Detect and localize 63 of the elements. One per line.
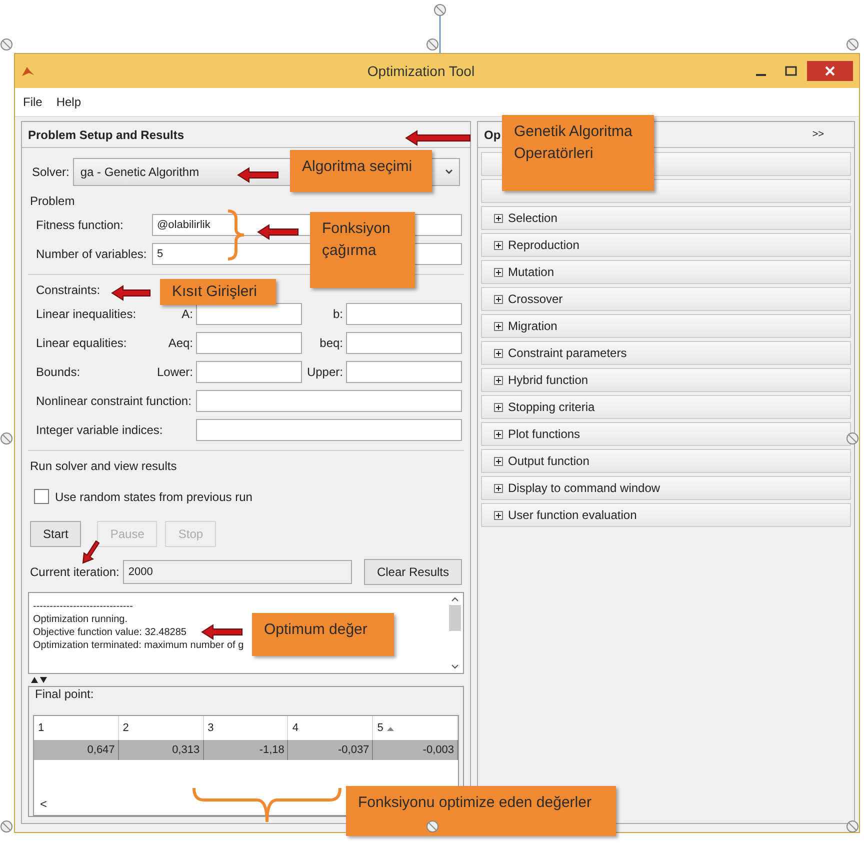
- field-label: Fitness function:: [36, 218, 124, 232]
- column-header[interactable]: 1: [38, 722, 44, 734]
- callout-tooltip: Optimum değer: [252, 613, 394, 656]
- scroll-left-arrow[interactable]: <: [40, 797, 48, 811]
- table-cell: -1,18: [204, 740, 288, 760]
- output-line: ------------------------------: [33, 601, 133, 613]
- options-section-header[interactable]: Display to command window: [481, 476, 851, 500]
- clear-results-button[interactable]: Clear Results: [364, 558, 462, 584]
- group-label: Final point:: [35, 687, 94, 701]
- field-label: Upper:: [306, 364, 343, 378]
- output-line: Optimization running.: [33, 614, 128, 626]
- table-cell: 0,647: [34, 740, 119, 760]
- panel-title: Op: [484, 128, 501, 142]
- options-section-header[interactable]: Stopping criteria: [481, 395, 851, 419]
- menu-item[interactable]: File: [23, 95, 42, 109]
- group-label: Run solver and view results: [30, 459, 177, 473]
- callout-tooltip: Fonksiyonu optimize eden değerler: [346, 786, 616, 836]
- window-title: Optimization Tool: [366, 63, 476, 79]
- group-label: Constraints:: [35, 283, 100, 297]
- collapse-toggle[interactable]: >>: [812, 129, 824, 140]
- field-label: Nonlinear constraint function:: [36, 394, 192, 408]
- table-cell: -0,037: [288, 740, 374, 760]
- action-button[interactable]: Start: [30, 521, 82, 547]
- callout-tooltip: Kısıt Girişleri: [160, 279, 276, 305]
- column-header[interactable]: 4: [292, 722, 299, 734]
- column-header[interactable]: 5: [377, 722, 384, 734]
- output-line: Optimization terminated: maximum number of g: [33, 640, 244, 652]
- field-label: b:: [332, 306, 343, 320]
- options-section-header[interactable]: Mutation: [481, 260, 851, 284]
- field-label: Aeq:: [167, 336, 193, 350]
- field-label: A:: [180, 306, 193, 320]
- field-label: Linear equalities:: [36, 336, 128, 350]
- group-label: Problem: [30, 194, 75, 208]
- menu-item[interactable]: Help: [56, 95, 82, 109]
- field-label: Bounds:: [36, 364, 82, 378]
- options-section-header[interactable]: Constraint parameters: [481, 341, 851, 365]
- field-label: Lower:: [156, 364, 193, 378]
- panel-title: Problem Setup and Results: [28, 128, 184, 142]
- output-line: Objective function value: 32.48285: [33, 627, 186, 639]
- options-section-header[interactable]: Migration: [481, 314, 851, 338]
- callout-tooltip: Genetik Algoritma Operatörleri: [502, 115, 654, 191]
- table-row[interactable]: 0,647 0,313 -1,18 -0,037 -0,003: [34, 740, 458, 760]
- field-label: Integer variable indices:: [36, 422, 164, 436]
- field-label: Number of variables:: [36, 246, 148, 260]
- options-section-header[interactable]: Selection: [481, 206, 851, 230]
- field-label: Linear inequalities:: [36, 306, 138, 320]
- options-section-header[interactable]: Reproduction: [481, 233, 851, 257]
- options-section-header[interactable]: Hybrid function: [481, 368, 851, 392]
- options-section-header[interactable]: Plot functions: [481, 422, 851, 446]
- column-header[interactable]: 3: [208, 722, 214, 734]
- table-cell: 0,313: [118, 740, 204, 760]
- field-label: Solver:: [32, 165, 70, 179]
- field-label: Current iteration:: [30, 564, 120, 578]
- options-section-header[interactable]: Output function: [481, 449, 851, 473]
- checkbox-label: Use random states from previous run: [55, 490, 252, 504]
- callout-tooltip: Algoritma seçimi: [290, 150, 432, 192]
- field-label: beq:: [318, 336, 343, 350]
- column-header[interactable]: 2: [122, 722, 129, 734]
- options-section-header[interactable]: User function evaluation: [481, 503, 851, 527]
- callout-tooltip: Fonksiyon çağırma: [310, 212, 415, 288]
- options-section-header[interactable]: Crossover: [481, 287, 851, 311]
- table-cell: -0,003: [373, 740, 458, 760]
- iteration-field: 2000: [123, 560, 352, 584]
